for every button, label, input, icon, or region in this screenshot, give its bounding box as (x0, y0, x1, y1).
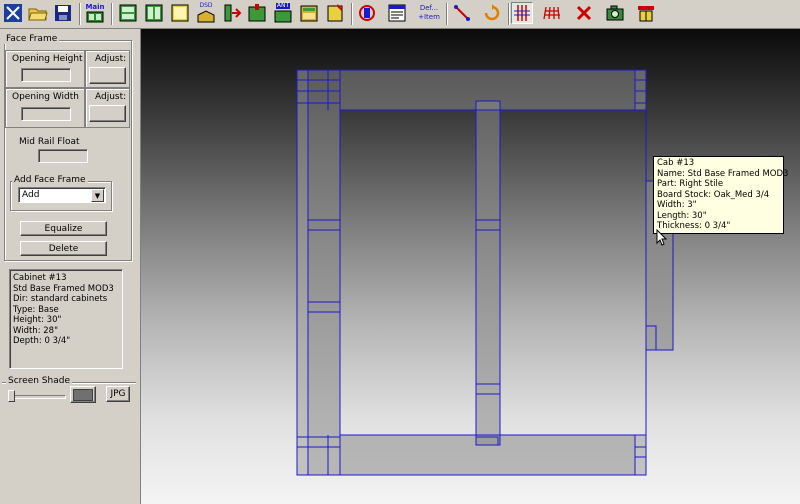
camera-icon[interactable] (604, 2, 626, 24)
jpg-button[interactable]: JPG (106, 386, 130, 402)
grid-view-icon[interactable] (511, 2, 533, 24)
cabinet-dsd-icon[interactable]: DSD (195, 2, 217, 24)
side-panel: Face Frame Opening Height Adjust: Openin… (0, 29, 141, 504)
measure-icon[interactable] (635, 2, 657, 24)
equalize-button[interactable]: Equalize (20, 221, 107, 236)
cabinet-info-box: Cabinet #13 Std Base Framed MOD3 Dir: st… (9, 269, 123, 369)
outer-frame (296, 69, 647, 476)
delete-x-icon[interactable] (573, 2, 595, 24)
cabinet-icon-1[interactable] (117, 2, 139, 24)
add-face-frame-select[interactable]: Add ▼ (18, 187, 106, 203)
screen-shade-slider[interactable] (8, 390, 15, 402)
delete-button[interactable]: Delete (20, 241, 107, 256)
screen-shade-track (8, 395, 66, 399)
cabinet-icon-3[interactable] (169, 2, 191, 24)
item-label: +Item (418, 13, 440, 21)
perspective-grid-icon[interactable] (541, 2, 563, 24)
report-icon[interactable] (386, 2, 408, 24)
cabinet-icon-9[interactable] (324, 2, 346, 24)
tools-icon[interactable] (2, 2, 24, 24)
opening-width-input[interactable] (21, 107, 71, 121)
left-stile (307, 69, 341, 476)
cabinet-info-line: Depth: 0 3/4" (13, 336, 71, 346)
add-select-value: Add (22, 190, 40, 200)
cabinet-info-line: Dir: standard cabinets (13, 294, 108, 304)
arrow-tool-icon[interactable] (451, 2, 473, 24)
shade-color-button[interactable] (70, 386, 96, 403)
top-rail-edge (634, 69, 647, 111)
cabinet-info-line: Height: 30" (13, 315, 62, 325)
cabinet-frame-drawing (296, 69, 674, 476)
def-label: Def... (419, 4, 439, 12)
tooltip-line: Board Stock: Oak_Med 3/4 (657, 189, 770, 200)
face-frame-title: Face Frame (4, 34, 60, 44)
opening-width-label: Opening Width (12, 92, 79, 102)
cabinet-icon-10[interactable] (356, 2, 378, 24)
adjust-height-label: Adjust: (95, 54, 127, 64)
cabinet-icon-6[interactable] (246, 2, 268, 24)
cabinet-info-line: Width: 28" (13, 325, 58, 336)
adjust-width-label: Adjust: (95, 92, 127, 102)
mid-stile (475, 100, 501, 446)
tooltip-line: Width: 3" (657, 200, 697, 210)
shade-color-swatch (73, 388, 93, 401)
cabinet-info-line: Cabinet #13 (13, 273, 67, 283)
cabinet-icon-8[interactable] (298, 2, 320, 24)
opening-height-label: Opening Height (12, 54, 83, 64)
cabinet-icon-5[interactable] (221, 2, 243, 24)
cabinet-ant-icon[interactable]: ANT (272, 2, 294, 24)
save-icon[interactable] (52, 2, 74, 24)
def-item-icon[interactable]: Def... +Item (416, 2, 442, 24)
screen-shade-label: Screen Shade (6, 376, 72, 386)
bottom-rail-edge (634, 434, 647, 476)
mid-rail-float-input[interactable] (38, 149, 88, 163)
tooltip-line: Part: Right Stile (657, 179, 724, 189)
left-stile-edge (296, 69, 309, 476)
part-tooltip: Cab #13 Name: Std Base Framed MOD3 Part:… (653, 156, 789, 234)
open-folder-icon[interactable] (27, 2, 49, 24)
toolbar: Main DSD ANT Def... +Item (0, 0, 800, 29)
adjust-width-button[interactable] (89, 105, 126, 122)
mouse-cursor-icon (656, 229, 668, 246)
cabinet-icon-2[interactable] (143, 2, 165, 24)
cabinet-info-line: Std Base Framed MOD3 (13, 283, 114, 294)
main-icon[interactable]: Main (84, 2, 106, 24)
tooltip-line: Name: Std Base Framed MOD3 (657, 168, 789, 179)
cabinet-3d-viewport[interactable]: Cab #13 Name: Std Base Framed MOD3 Part:… (141, 29, 800, 504)
opening-height-input[interactable] (21, 68, 71, 82)
add-face-frame-title: Add Face Frame (12, 175, 88, 185)
rotate-icon[interactable] (481, 2, 503, 24)
tooltip-line: Thickness: 0 3/4" (657, 221, 731, 231)
chevron-down-icon[interactable]: ▼ (91, 189, 104, 202)
tooltip-line: Cab #13 (657, 158, 695, 168)
tooltip-line: Length: 30" (657, 210, 707, 221)
right-stile-end (645, 325, 657, 351)
adjust-height-button[interactable] (89, 67, 126, 84)
main-label: Main (85, 3, 105, 11)
cabinet-info-line: Type: Base (13, 304, 59, 315)
mid-rail-float-label: Mid Rail Float (19, 137, 80, 147)
